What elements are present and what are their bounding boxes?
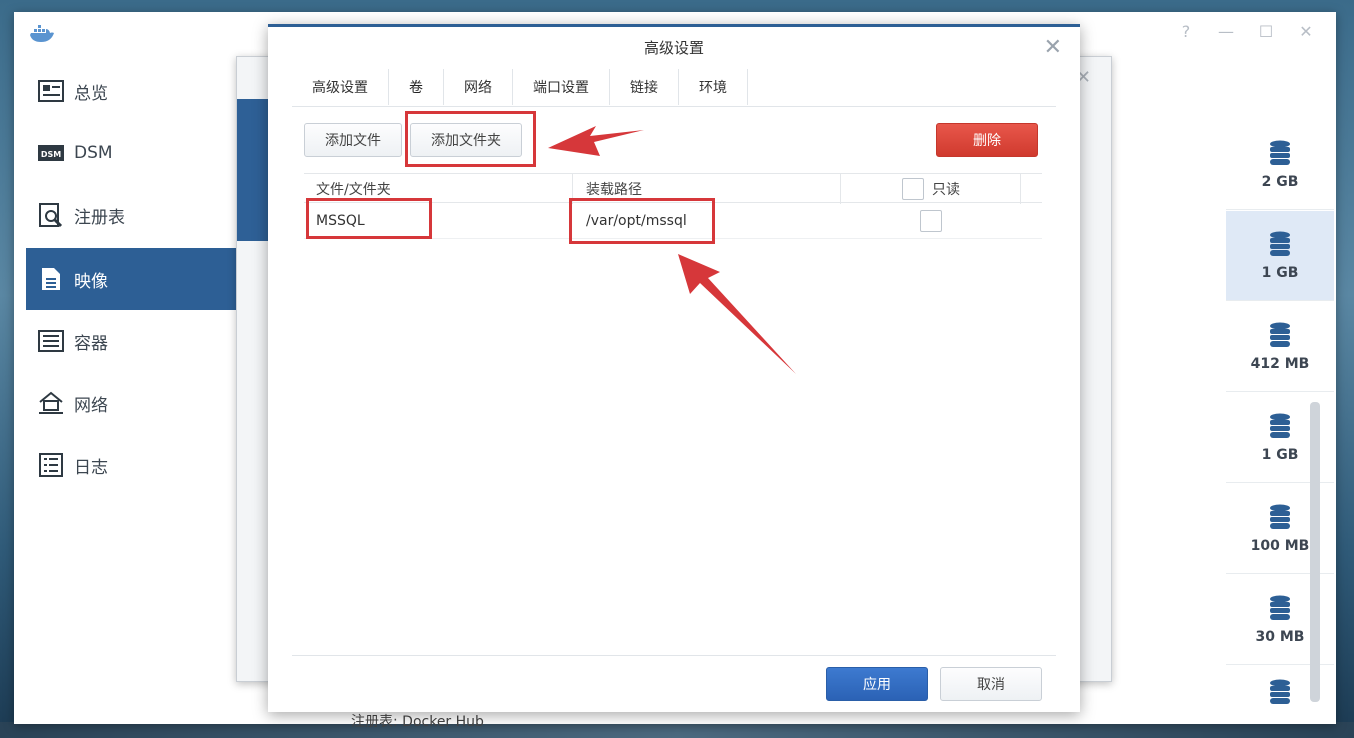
image-size-cell[interactable]: 2 GB: [1226, 120, 1334, 210]
registry-source-text: 注册表: Docker Hub: [351, 714, 484, 730]
dsm-icon: DSM: [38, 141, 64, 165]
sidebar-item-label: 网络: [74, 395, 108, 416]
close-icon[interactable]: ✕: [1044, 35, 1062, 60]
readonly-select-all-checkbox[interactable]: [902, 178, 924, 200]
cancel-button[interactable]: 取消: [940, 667, 1042, 701]
column-divider: [1020, 174, 1021, 204]
advanced-settings-dialog: 高级设置 ✕ 高级设置 卷 网络 端口设置 链接 环境 添加文件 添加文件夹 删…: [268, 24, 1080, 712]
column-readonly-label: 只读: [932, 182, 960, 198]
minimize-icon[interactable]: —: [1214, 22, 1238, 41]
tab-port-settings[interactable]: 端口设置: [513, 69, 610, 105]
tab-divider: [292, 106, 1056, 107]
svg-text:DSM: DSM: [41, 150, 61, 159]
annotation-box-mount-path: [569, 198, 715, 244]
log-icon: [38, 453, 64, 477]
database-icon: [1270, 322, 1290, 347]
tab-advanced[interactable]: 高级设置: [292, 69, 389, 105]
database-icon: [1270, 413, 1290, 438]
annotation-box-add-folder: [405, 111, 536, 167]
apply-button[interactable]: 应用: [826, 667, 928, 701]
sidebar-item-label: 日志: [74, 457, 108, 478]
database-icon: [1270, 504, 1290, 529]
database-icon: [1270, 679, 1290, 704]
tab-environment[interactable]: 环境: [679, 69, 748, 105]
overview-icon: [38, 79, 64, 103]
image-size-label: 100 MB: [1250, 537, 1310, 554]
cell-readonly: [920, 203, 942, 239]
annotation-box-mssql: [306, 198, 432, 239]
scrollbar[interactable]: [1310, 402, 1320, 702]
image-icon: [38, 267, 64, 291]
dialog-title: 高级设置: [643, 39, 704, 57]
sidebar-item-dsm[interactable]: DSM DSM: [26, 122, 236, 184]
sidebar-item-log[interactable]: 日志: [26, 434, 236, 496]
network-icon: [38, 391, 64, 415]
readonly-checkbox[interactable]: [920, 210, 942, 232]
tab-volume[interactable]: 卷: [389, 69, 444, 105]
image-size-label: 412 MB: [1250, 355, 1310, 372]
close-icon[interactable]: ✕: [1294, 22, 1318, 41]
database-icon: [1270, 231, 1290, 256]
desktop-background-strip: [0, 722, 1354, 738]
tab-network[interactable]: 网络: [444, 69, 513, 105]
image-size-cell[interactable]: 1 GB: [1226, 211, 1334, 301]
sidebar-item-label: DSM: [74, 143, 113, 163]
tab-links[interactable]: 链接: [610, 69, 679, 105]
column-divider: [840, 174, 841, 204]
footer-divider: [292, 655, 1056, 656]
sidebar-item-overview[interactable]: 总览: [26, 60, 236, 122]
docker-whale-icon[interactable]: [28, 24, 56, 44]
image-size-label: 2 GB: [1261, 173, 1299, 190]
sidebar-item-label: 总览: [74, 83, 108, 104]
sidebar-item-label: 容器: [74, 333, 108, 354]
tab-bar: 高级设置 卷 网络 端口设置 链接 环境: [292, 69, 748, 105]
sidebar-item-registry[interactable]: 注册表: [26, 184, 236, 246]
image-size-label: 1 GB: [1261, 446, 1299, 463]
image-size-label: 1 GB: [1261, 264, 1299, 281]
help-icon[interactable]: ?: [1174, 22, 1198, 41]
sidebar-item-network[interactable]: 网络: [26, 372, 236, 434]
sidebar-item-label: 注册表: [74, 207, 125, 228]
sidebar-item-label: 映像: [74, 271, 108, 292]
image-size-cell[interactable]: 412 MB: [1226, 302, 1334, 392]
add-file-button[interactable]: 添加文件: [304, 123, 402, 157]
sidebar-item-container[interactable]: 容器: [26, 310, 236, 372]
delete-button[interactable]: 删除: [936, 123, 1038, 157]
container-icon: [38, 329, 64, 353]
sidebar: 总览 DSM DSM 注册表 映像 容器 网络 日志: [14, 56, 236, 724]
image-size-label: 30 MB: [1255, 628, 1305, 645]
database-icon: [1270, 140, 1290, 165]
column-readonly: 只读: [902, 174, 960, 204]
sidebar-item-image[interactable]: 映像: [26, 248, 236, 310]
maximize-icon[interactable]: ☐: [1254, 22, 1278, 41]
registry-icon: [38, 203, 64, 227]
database-icon: [1270, 595, 1290, 620]
